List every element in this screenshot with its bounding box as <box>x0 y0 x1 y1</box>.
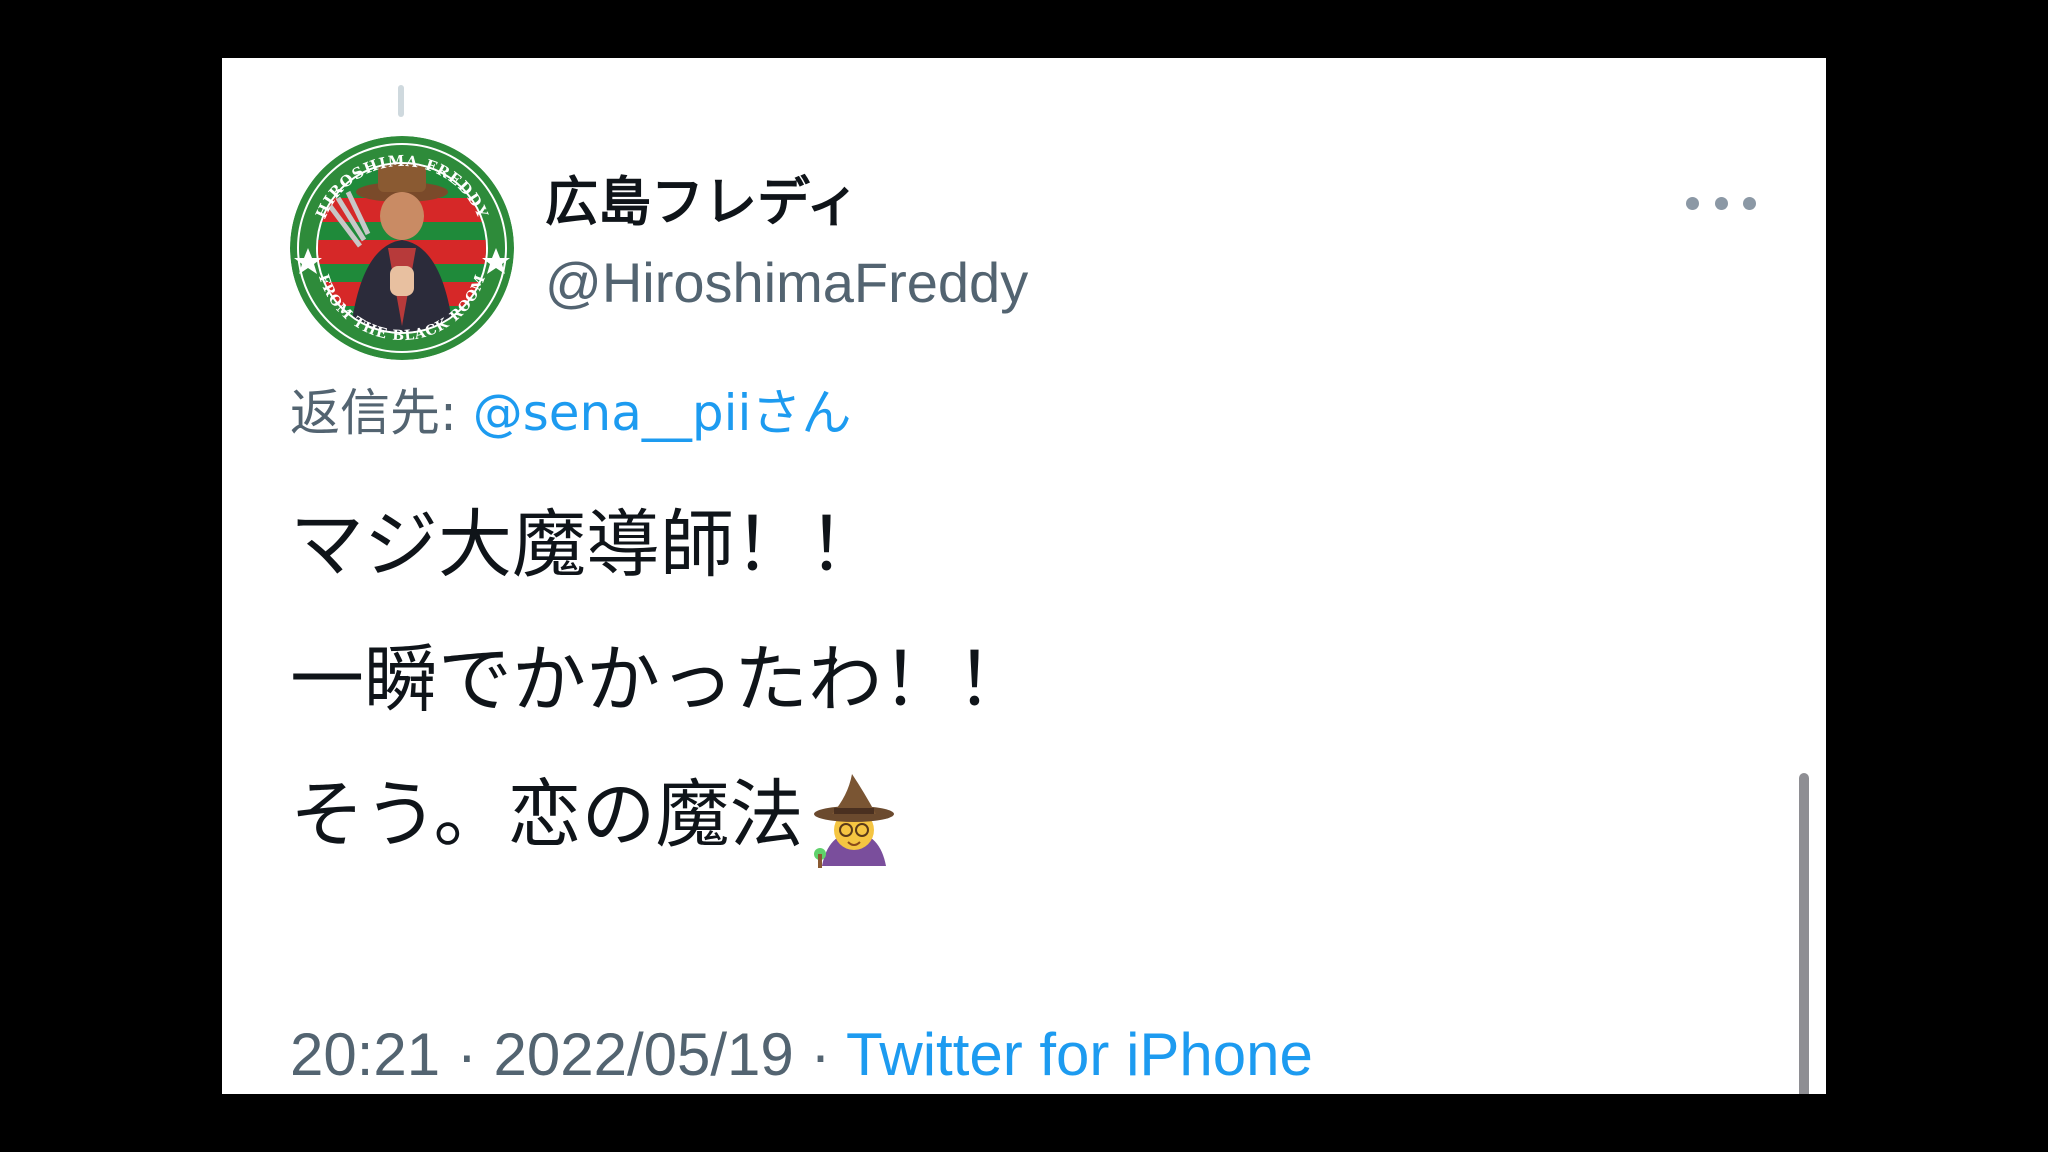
meta-separator: · <box>793 1021 847 1088</box>
reply-prefix: 返信先: <box>290 384 473 442</box>
meta-separator: · <box>440 1021 494 1088</box>
tweet-line-2: 一瞬でかかったわ！！ <box>290 637 1030 723</box>
reply-context: 返信先: @sena__piiさん <box>290 388 851 438</box>
author-display-name[interactable]: 広島フレディ <box>545 176 859 229</box>
tweet-line-3: そう。恋の魔法 <box>290 772 804 858</box>
tweet-text: マジ大魔導師！！ 一瞬でかかったわ！！ そう。恋の魔法 <box>290 508 1030 913</box>
tweet-metadata: 20:21 · 2022/05/19 · Twitter for iPhone <box>290 1025 1313 1085</box>
reply-target-link[interactable]: @sena__piiさん <box>473 384 852 442</box>
tweet-source-link[interactable]: Twitter for iPhone <box>846 1021 1313 1088</box>
mage-emoji-icon <box>808 772 900 868</box>
more-options-icon[interactable] <box>1686 188 1756 218</box>
tweet-line-1: マジ大魔導師！！ <box>290 502 882 588</box>
tweet-text-line: マジ大魔導師！！ <box>290 508 1030 643</box>
more-dot <box>1743 196 1756 210</box>
tweet-date[interactable]: 2022/05/19 <box>493 1021 793 1088</box>
thread-connector-line <box>398 85 404 117</box>
author-handle[interactable]: @HiroshimaFreddy <box>545 255 1028 311</box>
tweet-time[interactable]: 20:21 <box>290 1021 440 1088</box>
scrollbar[interactable] <box>1799 773 1809 1094</box>
more-dot <box>1686 196 1699 210</box>
tweet-text-line: 一瞬でかかったわ！！ <box>290 643 1030 778</box>
more-dot <box>1714 196 1728 210</box>
author-avatar[interactable]: HIROSHIMA FREDDY FROM THE BLACK ROOM <box>290 136 514 360</box>
tweet-detail-view: HIROSHIMA FREDDY FROM THE BLACK ROOM 広島フ… <box>222 58 1826 1094</box>
tweet-text-line: そう。恋の魔法 <box>290 772 1030 913</box>
